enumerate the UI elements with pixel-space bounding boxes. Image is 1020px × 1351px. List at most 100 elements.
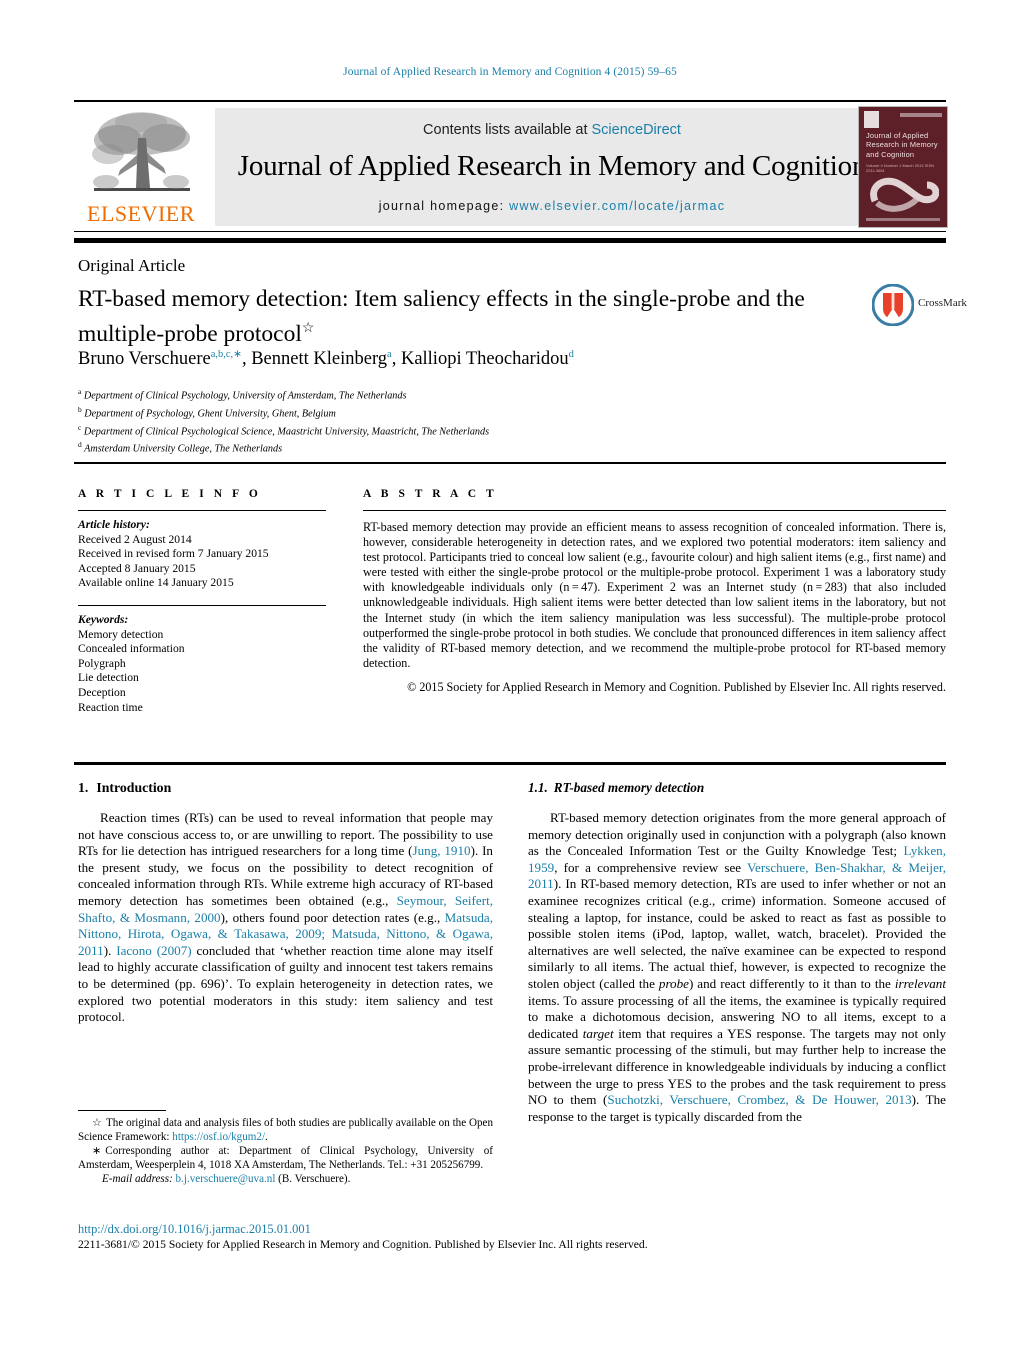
cover-top-rule — [900, 113, 942, 117]
page-footer: http://dx.doi.org/10.1016/j.jarmac.2015.… — [78, 1222, 958, 1252]
article-title-text: RT-based memory detection: Item saliency… — [78, 286, 805, 347]
keyword-item: Polygraph — [78, 656, 126, 670]
article-history-item: Received in revised form 7 January 2015 — [78, 547, 269, 561]
body-text: Corresponding author at: Department of C… — [78, 1145, 493, 1172]
doi-link[interactable]: http://dx.doi.org/10.1016/j.jarmac.2015.… — [78, 1222, 958, 1237]
cover-elsevier-mark-icon — [864, 111, 879, 128]
subsection-number: 1.1. — [528, 780, 548, 795]
cover-title: Journal of Applied Research in Memory an… — [866, 131, 938, 159]
abstract-copyright: © 2015 Society for Applied Research in M… — [407, 679, 946, 694]
article-history-label: Article history: — [78, 518, 150, 531]
footnote-rule — [78, 1110, 166, 1112]
keywords-label: Keywords: — [78, 612, 129, 626]
introduction-paragraph: Reaction times (RTs) can be used to reve… — [78, 810, 493, 1026]
masthead-bottom-rule — [74, 231, 946, 232]
citation-link[interactable]: b.j.verschuere@uva.nl — [176, 1173, 276, 1185]
info-top-rule — [74, 462, 946, 464]
section-heading-introduction: 1. Introduction — [78, 780, 493, 796]
keywords-rule — [78, 604, 326, 606]
emphasis-text: probe — [658, 975, 689, 991]
subsection-title: RT-based memory detection — [553, 780, 705, 795]
body-text: ), others found poor detection rates (e.… — [220, 909, 445, 925]
masthead-top-rule — [74, 100, 946, 102]
footnote-item: E-mail address: b.j.verschuere@uva.nl (B… — [78, 1172, 493, 1186]
masthead-band — [74, 238, 946, 243]
masthead-center-panel: Contents lists available at ScienceDirec… — [215, 108, 889, 226]
crossmark-badge-group[interactable]: CrossMark — [872, 284, 967, 328]
cover-bottom-rule — [866, 218, 940, 221]
article-history-item: Received 2 August 2014 — [78, 532, 192, 546]
body-column-right: 1.1. RT-based memory detection RT-based m… — [528, 780, 946, 1125]
journal-cover-thumbnail: Journal of Applied Research in Memory an… — [858, 106, 948, 228]
citation-link[interactable]: Jung, 1910 — [413, 843, 471, 858]
journal-title: Journal of Applied Research in Memory an… — [237, 150, 867, 182]
footnote-mark: ∗ — [92, 1145, 102, 1158]
footnote-item: ☆ The original data and analysis files of… — [78, 1116, 493, 1144]
article-info-rule — [78, 510, 326, 511]
running-head: Journal of Applied Research in Memory an… — [343, 66, 677, 78]
crossmark-icon[interactable] — [872, 284, 914, 326]
keyword-items: Memory detection Concealed information Pol… — [78, 628, 326, 716]
body-column-left: 1. Introduction Reaction times (RTs) can … — [78, 780, 493, 1026]
article-history-items: Received 2 August 2014 Received in revise… — [78, 533, 326, 591]
keyword-item: Memory detection — [78, 627, 164, 641]
rt-based-paragraph: RT-based memory detection originates fro… — [528, 810, 946, 1125]
paper-page: Journal of Applied Research in Memory an… — [0, 0, 1020, 1351]
section-number: 1. — [78, 780, 89, 795]
contents-prefix: Contents lists available at — [423, 122, 592, 138]
elsevier-tree-icon — [92, 112, 190, 191]
homepage-line: journal homepage: www.elsevier.com/locat… — [215, 199, 889, 213]
article-history-item: Accepted 8 January 2015 — [78, 561, 196, 575]
body-text: . — [265, 1131, 268, 1144]
keywords-block: Keywords: Memory detection Concealed info… — [78, 613, 326, 715]
title-footnote-mark: ☆ — [301, 321, 315, 336]
article-info-heading: A R T I C L E I N F O — [78, 488, 262, 500]
crossmark-label: CrossMark — [918, 297, 967, 309]
cover-mobius-graphic — [870, 177, 939, 212]
body-text: The original data and analysis files of … — [78, 1117, 493, 1144]
issn-copyright-line: 2211-3681/© 2015 Society for Applied Res… — [78, 1238, 648, 1251]
footnote-item: ∗ Corresponding author at: Department of … — [78, 1144, 493, 1172]
journal-masthead: ELSEVIER Contents lists available at Sci… — [74, 100, 948, 233]
abstract-rule — [363, 510, 946, 511]
body-text: RT-based memory detection originates fro… — [528, 810, 946, 859]
citation-link[interactable]: Iacono (2007) — [116, 943, 191, 958]
keyword-item: Concealed information — [78, 642, 185, 656]
elsevier-wordmark: ELSEVIER — [87, 201, 195, 226]
homepage-url-link[interactable]: www.elsevier.com/locate/jarmac — [509, 199, 725, 213]
body-text: ) and react differently to it than to th… — [688, 975, 895, 991]
affiliation-item: c Department of Clinical Psychological S… — [78, 422, 490, 437]
keyword-item: Deception — [78, 685, 126, 699]
citation-link[interactable]: Suchotzki, Verschuere, Crombez, & De Hou… — [607, 1092, 911, 1107]
emphasis-text: irrelevant — [894, 975, 946, 991]
abstract-bottom-rule — [74, 762, 946, 765]
article-info-column: A R T I C L E I N F O Article history: R… — [78, 488, 326, 715]
subsection-heading-rt-based: 1.1. RT-based memory detection — [528, 780, 946, 796]
keyword-item: Reaction time — [78, 700, 143, 714]
affiliation-list: a Department of Clinical Psychology, Uni… — [78, 385, 878, 456]
citation-link[interactable]: https://osf.io/kgum2/ — [172, 1131, 265, 1143]
page-title: RT-based memory detection: Item saliency… — [78, 284, 838, 349]
article-history-block: Article history: Received 2 August 2014 R… — [78, 518, 326, 591]
abstract-body: RT-based memory detection may provide an… — [363, 520, 946, 670]
section-title: Introduction — [96, 780, 172, 795]
article-type: Original Article — [78, 256, 186, 275]
footnote-mark: ☆ — [92, 1117, 102, 1129]
affiliation-item: d Amsterdam University College, The Neth… — [78, 440, 283, 455]
body-text: (B. Verschuere). — [275, 1173, 351, 1186]
emphasis-text: target — [582, 1025, 614, 1041]
keyword-item: Lie detection — [78, 671, 139, 685]
body-text: ). — [103, 942, 117, 958]
footnote-block: ☆ The original data and analysis files of… — [78, 1116, 493, 1186]
abstract-column: A B S T R A C T RT-based memory detectio… — [363, 488, 946, 695]
body-text: , for a comprehensive review see — [554, 859, 748, 875]
email-label: E-mail address: — [102, 1173, 176, 1186]
article-history-item: Available online 14 January 2015 — [78, 576, 234, 590]
abstract-heading: A B S T R A C T — [363, 488, 498, 500]
homepage-prefix: journal homepage: — [378, 199, 510, 213]
affiliation-item: a Department of Clinical Psychology, Uni… — [78, 387, 407, 402]
body-text: ). In RT-based memory detection, RTs are… — [528, 876, 946, 991]
elsevier-logo: ELSEVIER — [78, 108, 204, 228]
affiliation-item: b Department of Psychology, Ghent Univer… — [78, 404, 336, 420]
sciencedirect-link[interactable]: ScienceDirect — [592, 122, 681, 138]
